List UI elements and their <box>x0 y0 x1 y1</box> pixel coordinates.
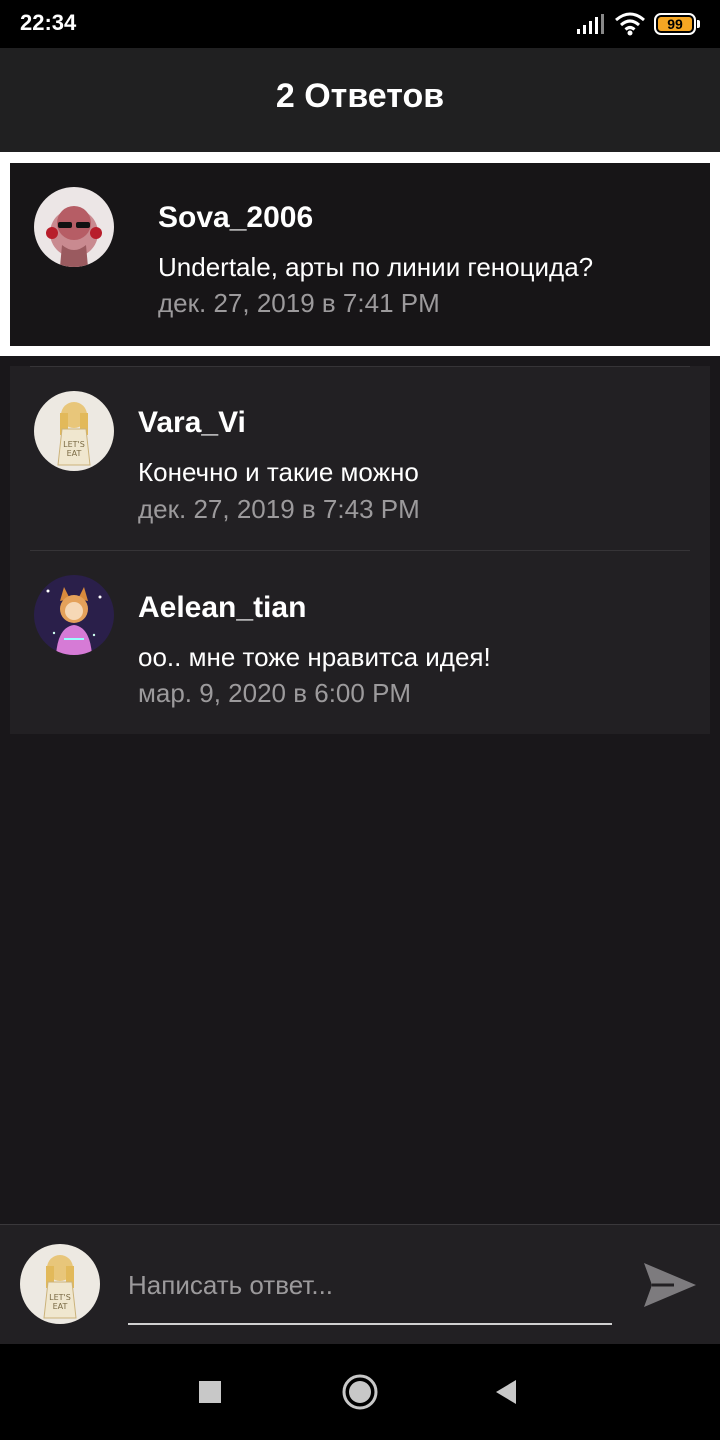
svg-text:EAT: EAT <box>53 1302 68 1311</box>
send-icon[interactable] <box>640 1255 700 1315</box>
author-name[interactable]: Vara_Vi <box>138 406 246 440</box>
status-time: 22:34 <box>20 10 77 35</box>
post-date: дек. 27, 2019 в 7:41 PM <box>158 288 440 318</box>
reply-date: дек. 27, 2019 в 7:43 PM <box>138 494 420 524</box>
reply-text: Конечно и такие можно <box>138 457 419 487</box>
status-bar: 22:34 99 <box>0 0 720 48</box>
page-title: 2 Ответов <box>275 77 445 115</box>
battery-level: 99 <box>667 16 683 32</box>
original-post[interactable]: Sova_2006 Undertale, арты по линии геноц… <box>10 163 710 346</box>
back-icon[interactable] <box>482 1368 530 1416</box>
wifi-icon <box>615 12 645 36</box>
avatar[interactable]: LET'S EAT <box>34 391 114 471</box>
author-name[interactable]: Aelean_tian <box>138 591 306 625</box>
avatar: LET'S EAT <box>20 1244 100 1324</box>
svg-text:EAT: EAT <box>67 449 82 458</box>
reply-date: мар. 9, 2020 в 6:00 PM <box>138 678 412 708</box>
reply-item[interactable]: Aelean_tian оо.. мне тоже нравитса идея!… <box>10 551 710 734</box>
svg-text:LET'S: LET'S <box>49 1293 71 1302</box>
replies-list: LET'S EAT Vara_Vi Конечно и такие можно … <box>10 366 710 734</box>
avatar[interactable] <box>34 187 114 267</box>
avatar[interactable] <box>34 575 114 655</box>
post-text: Undertale, арты по линии геноцида? <box>158 252 594 282</box>
reply-item[interactable]: LET'S EAT Vara_Vi Конечно и такие можно … <box>10 366 710 550</box>
recents-icon[interactable] <box>186 1368 234 1416</box>
home-icon[interactable] <box>336 1368 384 1416</box>
battery-icon: 99 <box>654 13 700 35</box>
svg-text:LET'S: LET'S <box>63 440 85 449</box>
signal-icon <box>577 14 604 34</box>
reply-input[interactable]: Написать ответ... <box>128 1263 612 1325</box>
reply-text: оо.. мне тоже нравитса идея! <box>138 642 491 672</box>
author-name[interactable]: Sova_2006 <box>158 201 313 235</box>
reply-composer: LET'S EAT Написать ответ... <box>0 1224 720 1344</box>
app-header: 2 Ответов <box>0 48 720 152</box>
system-nav-bar <box>0 1344 720 1440</box>
